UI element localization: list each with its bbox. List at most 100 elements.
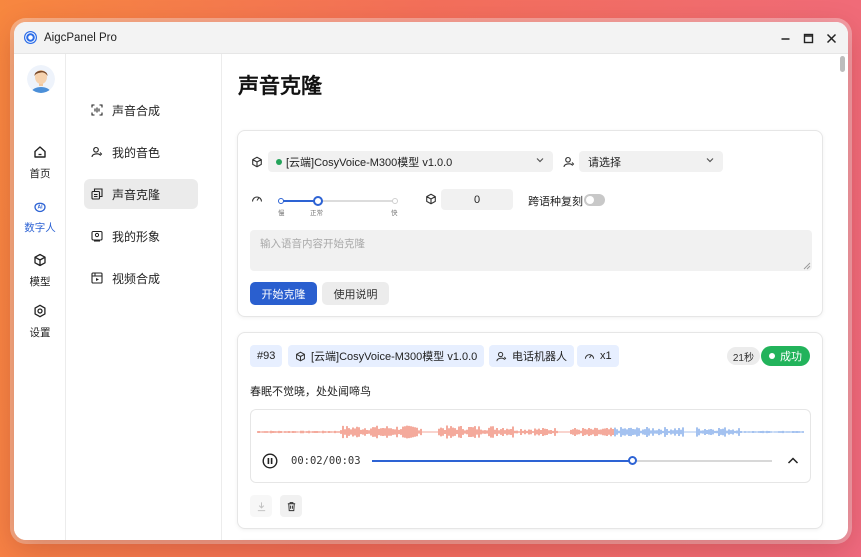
image-icon (91, 230, 103, 242)
avatar[interactable] (27, 65, 55, 93)
model-status-dot (276, 158, 282, 165)
video-icon (91, 272, 103, 284)
speed-slider[interactable]: 慢 正常 快 (278, 195, 398, 217)
nav-label: 模型 (29, 276, 51, 288)
speed-slider-handle[interactable] (313, 196, 324, 206)
task-card: #93 [云端]CosyVoice-M300模型 v1.0.0 电话机器人 x1… (237, 332, 823, 529)
nav-item-digital-human[interactable]: AI 数字人 (14, 199, 66, 235)
page-title: 声音克隆 (238, 75, 322, 98)
clone-text-input[interactable]: 输入语音内容开始克隆 (250, 230, 812, 271)
subnav-label: 我的形象 (112, 229, 161, 244)
toggle-knob (586, 196, 594, 204)
speed-tick-min (278, 198, 284, 204)
user-voice-icon (91, 146, 103, 158)
clone-form-card: [云端]CosyVoice-M300模型 v1.0.0 请选择 慢 正常 快 0… (237, 130, 823, 317)
cube-icon (296, 351, 305, 361)
task-id-tag: #93 (250, 345, 283, 367)
audio-waveform[interactable] (257, 422, 805, 442)
nav-label: 数字人 (24, 222, 56, 234)
task-voice-tag: 电话机器人 (489, 345, 574, 367)
chevron-down-icon (536, 158, 544, 163)
ai-icon: AI (34, 202, 46, 213)
subnav-item-voice-clone[interactable]: 声音克隆 (84, 179, 198, 209)
app-logo-icon (24, 31, 37, 44)
subnav-label: 声音合成 (112, 103, 161, 118)
chevron-up-icon[interactable] (786, 454, 800, 468)
delete-button[interactable] (280, 495, 302, 517)
user-voice-icon (563, 156, 575, 168)
playback-time: 00:02/00:03 (291, 455, 361, 467)
subnav-item-video-synthesis[interactable]: 视频合成 (84, 263, 198, 293)
maximize-button[interactable] (797, 27, 819, 49)
status-label: 成功 (780, 351, 802, 363)
cube-icon (426, 193, 436, 205)
gear-icon (34, 304, 46, 318)
subnav-item-my-avatar[interactable]: 我的形象 (84, 221, 198, 251)
copy-icon (91, 188, 103, 200)
user-voice-icon (496, 351, 507, 361)
speed-max-label: 快 (391, 210, 398, 217)
status-badge: 成功 (761, 346, 810, 366)
close-icon (826, 33, 836, 43)
nav-item-models[interactable]: 模型 (14, 253, 66, 289)
maximize-icon (803, 33, 813, 43)
speed-gauge-icon (251, 196, 263, 202)
trash-icon (287, 501, 295, 511)
subnav-label: 声音克隆 (112, 187, 161, 202)
main-content: 声音克隆 [云端]CosyVoice-M300模型 v1.0.0 请选择 慢 正… (222, 54, 838, 540)
download-button[interactable] (250, 495, 272, 517)
speed-gauge-icon (584, 353, 595, 359)
playback-progress-bar[interactable] (372, 456, 772, 465)
nav-label: 首页 (29, 168, 51, 180)
svg-text:AI: AI (38, 205, 44, 211)
title-bar: AigcPanel Pro (14, 22, 848, 54)
cross-lingual-label: 跨语种复刻 (528, 196, 583, 208)
task-speed-label: x1 (600, 350, 612, 362)
app-title: AigcPanel Pro (44, 31, 117, 44)
task-speed-tag: x1 (577, 345, 619, 367)
start-clone-button[interactable]: 开始克隆 (250, 282, 317, 305)
cube-icon (34, 253, 46, 267)
help-button[interactable]: 使用说明 (322, 282, 389, 305)
voice-scan-icon (91, 104, 103, 116)
seed-input[interactable]: 0 (441, 189, 513, 210)
resize-handle-icon[interactable] (803, 262, 811, 270)
speed-mid-label: 正常 (310, 210, 323, 217)
speed-min-label: 慢 (278, 210, 285, 217)
playback-progress-fill (372, 460, 632, 462)
minimize-button[interactable] (774, 27, 796, 49)
playback-progress-handle[interactable] (628, 456, 637, 465)
chevron-down-icon (706, 158, 714, 163)
nav-item-settings[interactable]: 设置 (14, 304, 66, 340)
audio-player: 00:02/00:03 (250, 409, 811, 483)
window-controls (773, 22, 842, 54)
download-icon (257, 501, 265, 511)
close-button[interactable] (820, 27, 842, 49)
main-nav: 首页 AI 数字人 模型 设置 (14, 54, 66, 540)
cross-lingual-toggle[interactable] (584, 194, 605, 206)
app-window: AigcPanel Pro 首页 AI 数字人 模型 设置 声音合成 我的音色 … (14, 22, 848, 540)
subnav-item-my-voices[interactable]: 我的音色 (84, 137, 198, 167)
task-model-label: [云端]CosyVoice-M300模型 v1.0.0 (311, 351, 478, 363)
subnav-item-tts[interactable]: 声音合成 (84, 95, 198, 125)
task-text: 春眠不觉晓，处处闻啼鸟 (250, 386, 371, 398)
pause-button[interactable] (262, 453, 278, 469)
task-model-tag: [云端]CosyVoice-M300模型 v1.0.0 (288, 345, 485, 367)
task-duration-badge: 21秒 (726, 347, 760, 365)
sub-nav: 声音合成 我的音色 声音克隆 我的形象 视频合成 (66, 54, 222, 540)
speed-tick-max (392, 198, 398, 204)
status-dot (769, 353, 775, 359)
task-voice-label: 电话机器人 (512, 351, 567, 363)
voice-select-value: 请选择 (588, 156, 621, 169)
model-select-value: [云端]CosyVoice-M300模型 v1.0.0 (286, 156, 453, 169)
model-select[interactable]: [云端]CosyVoice-M300模型 v1.0.0 (268, 151, 553, 172)
subnav-label: 视频合成 (112, 271, 161, 286)
voice-select[interactable]: 请选择 (579, 151, 723, 172)
cube-icon (252, 156, 262, 168)
minimize-icon (781, 37, 789, 40)
subnav-label: 我的音色 (112, 145, 161, 160)
nav-item-home[interactable]: 首页 (14, 145, 66, 181)
nav-label: 设置 (29, 327, 51, 339)
scrollbar-thumb[interactable] (840, 56, 845, 72)
home-icon (34, 146, 46, 158)
